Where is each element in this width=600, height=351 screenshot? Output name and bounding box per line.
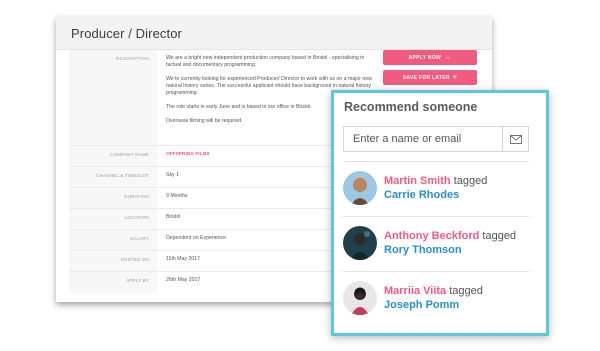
recommend-text: Martin Smith tagged Carrie Rhodes <box>384 174 487 202</box>
field-label: Apply By <box>69 272 157 293</box>
field-label: Location <box>69 209 157 229</box>
field-row-location: Location Bristol <box>69 209 376 230</box>
save-for-later-label: Save for later <box>402 75 450 81</box>
apply-now-label: Apply Now <box>408 55 442 61</box>
recommend-text: Marriia Viita tagged Joseph Pomm <box>384 284 483 312</box>
field-label: Posted On <box>69 251 157 271</box>
field-row-posted: Posted On 11th May 2017 <box>69 251 376 272</box>
field-row-salary: Salary Dependent on Experience <box>69 230 376 251</box>
avatar <box>343 171 377 205</box>
field-label: Duration <box>69 188 157 208</box>
arrow-right-icon: → <box>444 54 452 61</box>
description-row: Description We are a bright new independ… <box>69 50 376 146</box>
field-row-channel: Channel & Timeslot Sky 1 <box>69 167 376 188</box>
field-label: Channel & Timeslot <box>69 167 157 187</box>
tagged-name[interactable]: Carrie Rhodes <box>384 188 487 202</box>
recommender-name[interactable]: Anthony Beckford <box>384 230 479 242</box>
tag-action: tagged <box>453 175 488 187</box>
description-paragraph: We are a bright new independent producti… <box>166 55 365 68</box>
job-details: Description We are a bright new independ… <box>69 50 376 293</box>
avatar <box>343 226 377 260</box>
save-for-later-button[interactable]: Save for later + <box>383 70 477 85</box>
recommend-search-input[interactable] <box>344 127 502 151</box>
field-row-company: Company Name Offspring Films <box>69 146 376 167</box>
divider <box>343 161 529 162</box>
recommend-text: Anthony Beckford tagged Rory Thomson <box>384 229 516 257</box>
field-row-duration: Duration 9 Months <box>69 188 376 209</box>
recommend-title: Recommend someone <box>344 100 478 114</box>
tagged-name[interactable]: Joseph Pomm <box>384 298 483 312</box>
field-label: Salary <box>69 230 157 250</box>
tag-action: tagged <box>449 285 483 297</box>
plus-icon: + <box>452 74 458 81</box>
tagged-name[interactable]: Rory Thomson <box>384 243 516 257</box>
recommender-name[interactable]: Marriia Viita <box>384 285 446 297</box>
job-header: Producer / Director <box>56 16 492 50</box>
avatar <box>343 281 377 315</box>
field-label: Company Name <box>69 146 157 166</box>
recommender-name[interactable]: Martin Smith <box>384 175 451 187</box>
divider <box>343 271 529 272</box>
recommend-item[interactable]: Marriia Viita tagged Joseph Pomm <box>334 273 546 323</box>
apply-now-button[interactable]: Apply Now → <box>383 50 477 65</box>
field-row-apply-by: Apply By 26th May 2017 <box>69 272 376 293</box>
recommend-panel: Recommend someone Martin Smith tagged Ca… <box>331 90 549 336</box>
send-email-button[interactable] <box>502 127 528 151</box>
description-label: Description <box>69 50 157 145</box>
envelope-icon <box>509 134 522 144</box>
tag-action: tagged <box>482 230 517 242</box>
job-title: Producer / Director <box>71 26 182 41</box>
recommend-search <box>343 126 529 152</box>
recommend-item[interactable]: Anthony Beckford tagged Rory Thomson <box>334 218 546 268</box>
divider <box>343 216 529 217</box>
recommend-item[interactable]: Martin Smith tagged Carrie Rhodes <box>334 163 546 213</box>
